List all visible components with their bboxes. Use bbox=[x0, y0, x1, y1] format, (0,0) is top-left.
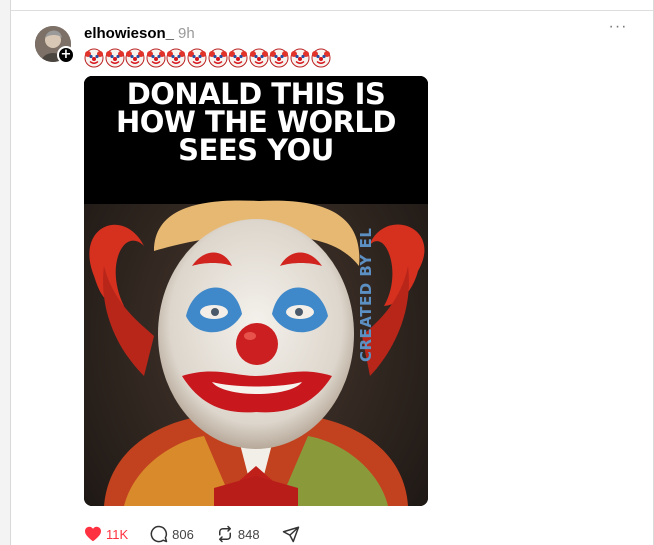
image-watermark: CREATED BY EL bbox=[357, 227, 375, 362]
divider bbox=[11, 10, 653, 11]
post-image[interactable]: DONALD THIS IS HOW THE WORLD SEES YOU CR… bbox=[84, 76, 428, 506]
heart-icon bbox=[85, 526, 101, 542]
post-card: + elhowieson_ 9h ··· DONALD THIS IS HOW … bbox=[10, 0, 654, 545]
repost-icon bbox=[218, 525, 231, 543]
clown-face-icon bbox=[105, 48, 125, 68]
follow-plus-icon[interactable]: + bbox=[57, 46, 75, 64]
clown-face-icon bbox=[290, 48, 310, 68]
clown-face-icon bbox=[249, 48, 269, 68]
repost-button[interactable]: 848 bbox=[216, 525, 260, 543]
like-button[interactable]: 11K bbox=[84, 526, 128, 542]
more-icon[interactable]: ··· bbox=[607, 19, 629, 40]
username[interactable]: elhowieson_ bbox=[84, 25, 174, 42]
clown-face-icon bbox=[84, 48, 104, 68]
clown-face-icon bbox=[166, 48, 186, 68]
clown-face-icon bbox=[311, 48, 331, 68]
clown-face-icon bbox=[187, 48, 207, 68]
clown-face-icon bbox=[125, 48, 145, 68]
timestamp: 9h bbox=[178, 25, 195, 42]
avatar[interactable]: + bbox=[35, 26, 75, 64]
share-button[interactable] bbox=[282, 525, 304, 543]
repost-count: 848 bbox=[237, 526, 260, 542]
caption bbox=[84, 48, 331, 68]
image-headline: DONALD THIS IS HOW THE WORLD SEES YOU bbox=[116, 77, 397, 167]
share-icon bbox=[282, 526, 299, 543]
clown-face-icon bbox=[208, 48, 228, 68]
like-count: 11K bbox=[106, 526, 129, 542]
comment-count: 806 bbox=[172, 526, 194, 542]
clown-face-icon bbox=[228, 48, 248, 68]
comment-button[interactable]: 806 bbox=[150, 525, 194, 543]
clown-face-icon bbox=[146, 48, 166, 68]
action-bar: 11K 806 848 bbox=[84, 524, 326, 544]
clown-face-icon bbox=[269, 48, 289, 68]
comment-icon bbox=[150, 525, 168, 543]
